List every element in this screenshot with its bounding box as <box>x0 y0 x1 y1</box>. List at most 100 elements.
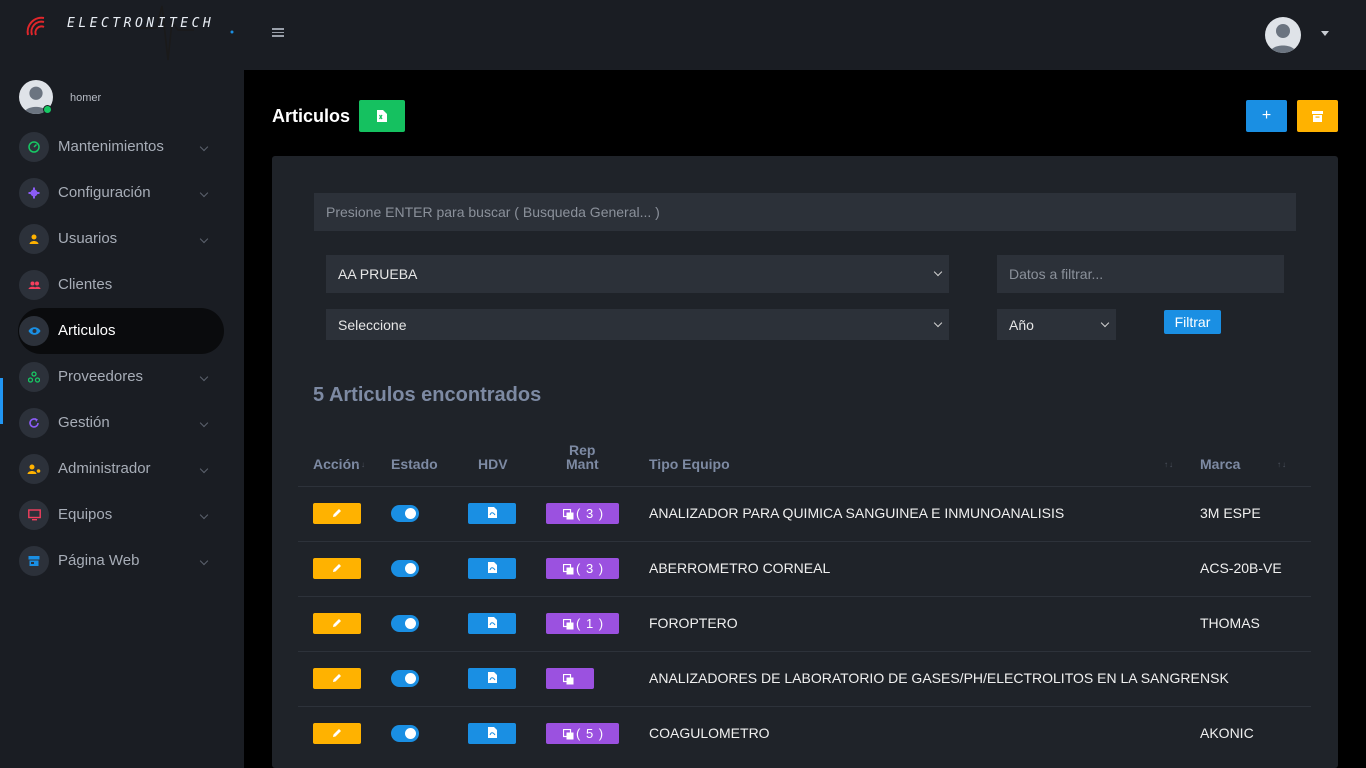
chevron-down-icon <box>933 267 943 277</box>
edit-button[interactable] <box>313 558 361 579</box>
filter-data-input[interactable] <box>997 255 1284 293</box>
add-article-button[interactable]: + <box>1246 100 1287 132</box>
hdv-pdf-button[interactable] <box>468 558 516 579</box>
excel-file-icon <box>377 110 387 122</box>
logo-graphic <box>26 5 234 61</box>
copy-icon <box>562 728 574 743</box>
edit-button[interactable] <box>313 503 361 524</box>
user-menu-caret-icon[interactable] <box>1321 31 1329 36</box>
edit-button[interactable] <box>313 668 361 689</box>
user-avatar[interactable] <box>1265 17 1301 53</box>
category-select[interactable]: Seleccione <box>326 309 949 340</box>
hdv-pdf-button[interactable] <box>468 613 516 634</box>
online-status-dot <box>43 105 52 114</box>
client-select-value: AA PRUEBA <box>338 266 418 282</box>
rep-count: ( 5 ) <box>576 726 605 741</box>
estado-toggle[interactable] <box>391 560 419 577</box>
archive-button[interactable] <box>1297 100 1338 132</box>
edit-button[interactable] <box>313 723 361 744</box>
sidebar-item-usuarios[interactable]: Usuarios <box>18 216 224 262</box>
estado-toggle[interactable] <box>391 505 419 522</box>
sidebar-item-administrador[interactable]: Administrador <box>18 446 224 492</box>
edit-button[interactable] <box>313 613 361 634</box>
tipo-equipo-cell: ANALIZADORES DE LABORATORIO DE GASES/PH/… <box>649 670 1200 686</box>
row-divider <box>298 596 1311 597</box>
archive-icon <box>1312 110 1323 122</box>
row-divider <box>298 706 1311 707</box>
gear-icon <box>19 178 49 208</box>
header-accion[interactable]: Acción <box>313 456 360 472</box>
hdv-pdf-button[interactable] <box>468 668 516 689</box>
results-count: 5 Articulos encontrados <box>313 384 542 406</box>
chevron-down-icon <box>199 234 209 244</box>
sidebar-item-proveedores[interactable]: Proveedores <box>18 354 224 400</box>
sidebar-item-mantenimientos[interactable]: Mantenimientos <box>18 124 224 170</box>
estado-toggle[interactable] <box>391 725 419 742</box>
header-estado: Estado <box>391 456 438 472</box>
copy-icon <box>562 508 574 523</box>
rep-mant-button[interactable]: ( 5 ) <box>546 723 619 744</box>
copy-icon <box>562 563 574 578</box>
year-select[interactable]: Año <box>997 309 1116 340</box>
sidebar-item-clientes[interactable]: Clientes <box>18 262 224 308</box>
rep-mant-button[interactable]: ( 1 ) <box>546 613 619 634</box>
hdv-pdf-button[interactable] <box>468 503 516 524</box>
eye-icon <box>19 316 49 346</box>
rep-mant-button[interactable]: ( 3 ) <box>546 558 619 579</box>
pdf-file-icon <box>487 725 497 743</box>
marca-cell: AKONIC <box>1200 725 1254 741</box>
sidebar: homer Mantenimientos Configuración Usuario… <box>0 70 244 768</box>
gauge-icon <box>19 132 49 162</box>
hdv-pdf-button[interactable] <box>468 723 516 744</box>
sidebar-item-página-web[interactable]: Página Web <box>18 538 224 584</box>
user-icon <box>19 224 49 254</box>
sidebar-item-equipos[interactable]: Equipos <box>18 492 224 538</box>
sidebar-user: homer <box>19 80 229 116</box>
estado-toggle[interactable] <box>391 670 419 687</box>
plus-icon: + <box>1261 107 1272 124</box>
estado-toggle[interactable] <box>391 615 419 632</box>
sidebar-item-label: Página Web <box>58 552 140 569</box>
filter-button[interactable]: Filtrar <box>1164 310 1221 334</box>
sort-icon[interactable]: ↑↓ <box>356 460 366 469</box>
rep-count: ( 3 ) <box>576 561 605 576</box>
active-indicator <box>0 378 3 424</box>
client-select[interactable]: AA PRUEBA <box>326 255 949 293</box>
sort-icon[interactable]: ↑↓ <box>1164 460 1174 469</box>
year-select-value: Año <box>1009 316 1034 333</box>
pdf-file-icon <box>487 560 497 578</box>
refresh-icon <box>19 408 49 438</box>
marca-cell: 3M ESPE <box>1200 505 1261 521</box>
electronitech-logo[interactable]: ELECTRONITECH <box>22 0 237 66</box>
tipo-equipo-cell: ANALIZADOR PARA QUIMICA SANGUINEA E INMU… <box>649 505 1065 521</box>
chevron-down-icon <box>199 556 209 566</box>
chevron-down-icon <box>1100 318 1110 327</box>
tipo-equipo-cell: FOROPTERO <box>649 615 738 631</box>
sidebar-item-configuración[interactable]: Configuración <box>18 170 224 216</box>
header-tipo-equipo[interactable]: Tipo Equipo <box>649 456 730 472</box>
sidebar-item-label: Mantenimientos <box>58 138 164 155</box>
sidebar-item-label: Articulos <box>58 322 116 339</box>
users-icon <box>19 270 49 300</box>
rep-mant-button[interactable] <box>546 668 594 689</box>
pdf-file-icon <box>487 670 497 688</box>
sidebar-item-gestión[interactable]: Gestión <box>18 400 224 446</box>
chevron-down-icon <box>199 372 209 382</box>
sidebar-item-articulos[interactable]: Articulos <box>18 308 224 354</box>
chevron-down-icon <box>199 142 209 152</box>
menu-toggle-icon[interactable] <box>272 28 284 38</box>
sort-icon[interactable]: ↑↓ <box>1277 460 1287 469</box>
header-marca[interactable]: Marca <box>1200 456 1240 472</box>
user-gear-icon <box>19 454 49 484</box>
pencil-icon <box>332 725 342 743</box>
tipo-equipo-cell: ABERROMETRO CORNEAL <box>649 560 831 576</box>
general-search-input[interactable] <box>314 193 1296 231</box>
page-title: Articulos <box>272 106 351 126</box>
rep-mant-button[interactable]: ( 3 ) <box>546 503 619 524</box>
export-excel-button[interactable] <box>359 100 405 132</box>
chevron-down-icon <box>199 418 209 428</box>
pdf-file-icon <box>487 615 497 633</box>
top-bar: ELECTRONITECH <box>0 0 1366 70</box>
chevron-down-icon <box>199 188 209 198</box>
copy-icon <box>562 618 574 633</box>
